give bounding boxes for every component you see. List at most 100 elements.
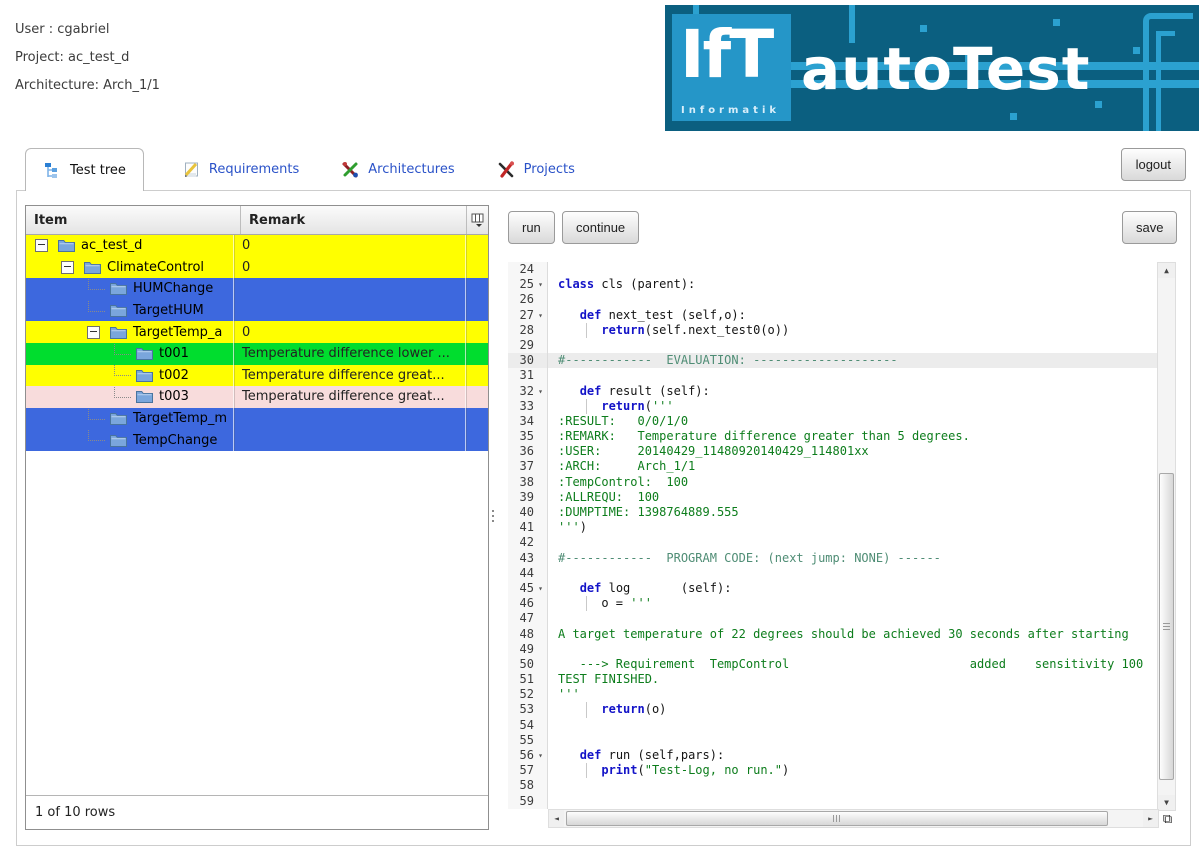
fold-marker[interactable] — [534, 505, 548, 520]
column-config-cell[interactable] — [467, 206, 488, 234]
code-editor[interactable]: 24 25 ▾ class cls (parent): 26 27 ▾ def … — [508, 262, 1176, 828]
scroll-right-button[interactable]: ► — [1143, 810, 1158, 827]
code-line[interactable]: 36 :USER: 20140429_11480920140429_114801… — [508, 444, 1159, 459]
tree-row[interactable]: ac_test_d 0 — [26, 235, 488, 257]
code-line[interactable]: 47 — [508, 611, 1159, 626]
code-line[interactable]: 24 — [508, 262, 1159, 277]
fold-marker[interactable] — [534, 353, 548, 368]
code-line[interactable]: 40 :DUMPTIME: 1398764889.555 — [508, 505, 1159, 520]
code-line[interactable]: 41 ''') — [508, 520, 1159, 535]
fold-marker[interactable] — [534, 475, 548, 490]
column-header-item[interactable]: Item — [26, 206, 241, 234]
fold-marker[interactable] — [534, 627, 548, 642]
code-line[interactable]: 58 — [508, 778, 1159, 793]
code-line[interactable]: 39 :ALLREQU: 100 — [508, 490, 1159, 505]
fold-marker[interactable]: ▾ — [534, 384, 548, 399]
fold-marker[interactable] — [534, 763, 548, 778]
fold-marker[interactable] — [534, 368, 548, 383]
fold-marker[interactable] — [534, 551, 548, 566]
tree-row[interactable]: t001 Temperature difference lower ... — [26, 343, 488, 365]
fold-marker[interactable] — [534, 414, 548, 429]
fold-marker[interactable]: ▾ — [534, 308, 548, 323]
tree-row[interactable]: t002 Temperature difference great... — [26, 365, 488, 387]
collapse-icon[interactable] — [61, 261, 74, 274]
fold-marker[interactable] — [534, 611, 548, 626]
collapse-icon[interactable] — [87, 326, 100, 339]
vertical-scrollbar-thumb[interactable] — [1159, 473, 1174, 780]
tab-requirements[interactable]: Requirements — [178, 148, 303, 191]
continue-button[interactable]: continue — [562, 211, 639, 244]
tree-row[interactable]: TargetHUM — [26, 300, 488, 322]
code-line[interactable]: 59 — [508, 794, 1159, 809]
tree-row[interactable]: TempChange — [26, 429, 488, 451]
code-line[interactable]: 54 — [508, 718, 1159, 733]
fold-marker[interactable] — [534, 459, 548, 474]
code-line[interactable]: 38 :TempControl: 100 — [508, 475, 1159, 490]
code-line[interactable]: 28 return(self.next_test0(o)) — [508, 323, 1159, 338]
restore-window-icon[interactable]: ⧉ — [1159, 811, 1176, 828]
tab-architectures[interactable]: Architectures — [337, 148, 458, 191]
fold-marker[interactable]: ▾ — [534, 748, 548, 763]
fold-marker[interactable] — [534, 642, 548, 657]
fold-marker[interactable] — [534, 429, 548, 444]
code-line[interactable]: 51 TEST FINISHED. — [508, 672, 1159, 687]
tree-row[interactable]: HUMChange — [26, 278, 488, 300]
tab-projects[interactable]: Projects — [493, 148, 579, 191]
code-line[interactable]: 35 :REMARK: Temperature difference great… — [508, 429, 1159, 444]
scroll-left-button[interactable]: ◄ — [549, 810, 564, 827]
tree-row[interactable]: TargetTemp_m — [26, 408, 488, 430]
fold-marker[interactable] — [534, 399, 548, 414]
collapse-icon[interactable] — [35, 239, 48, 252]
fold-marker[interactable] — [534, 687, 548, 702]
code-line[interactable]: 26 — [508, 292, 1159, 307]
fold-marker[interactable]: ▾ — [534, 277, 548, 292]
tree-row[interactable]: t003 Temperature difference great... — [26, 386, 488, 408]
fold-marker[interactable] — [534, 778, 548, 793]
code-line[interactable]: 33 return(''' — [508, 399, 1159, 414]
tree-row[interactable]: TargetTemp_a 0 — [26, 321, 488, 343]
scroll-down-button[interactable]: ▼ — [1158, 795, 1175, 810]
code-line[interactable]: 37 :ARCH: Arch_1/1 — [508, 459, 1159, 474]
tree-row[interactable]: ClimateControl 0 — [26, 257, 488, 279]
logout-button[interactable]: logout — [1121, 148, 1186, 181]
fold-marker[interactable] — [534, 338, 548, 353]
fold-marker[interactable] — [534, 262, 548, 277]
fold-marker[interactable] — [534, 520, 548, 535]
code-line[interactable]: 34 :RESULT: 0/0/1/0 — [508, 414, 1159, 429]
fold-marker[interactable] — [534, 672, 548, 687]
fold-marker[interactable] — [534, 535, 548, 550]
code-line[interactable]: 50 ---> Requirement TempControl added se… — [508, 657, 1159, 672]
fold-marker[interactable] — [534, 733, 548, 748]
fold-marker[interactable] — [534, 596, 548, 611]
fold-marker[interactable] — [534, 657, 548, 672]
code-line[interactable]: 31 — [508, 368, 1159, 383]
column-header-remark[interactable]: Remark — [241, 206, 467, 234]
fold-marker[interactable] — [534, 794, 548, 809]
run-button[interactable]: run — [508, 211, 555, 244]
fold-marker[interactable] — [534, 292, 548, 307]
scroll-up-button[interactable]: ▲ — [1158, 263, 1175, 278]
fold-marker[interactable] — [534, 718, 548, 733]
code-line[interactable]: 29 — [508, 338, 1159, 353]
fold-marker[interactable] — [534, 323, 548, 338]
code-line[interactable]: 30 #------------ EVALUATION: -----------… — [508, 353, 1159, 368]
code-line[interactable]: 32 ▾ def result (self): — [508, 384, 1159, 399]
tab-test-tree[interactable]: Test tree — [25, 148, 144, 191]
fold-marker[interactable] — [534, 702, 548, 717]
panel-splitter[interactable] — [490, 503, 495, 529]
code-line[interactable]: 46 o = ''' — [508, 596, 1159, 611]
code-line[interactable]: 27 ▾ def next_test (self,o): — [508, 308, 1159, 323]
code-line[interactable]: 53 return(o) — [508, 702, 1159, 717]
code-line[interactable]: 49 — [508, 642, 1159, 657]
code-line[interactable]: 25 ▾ class cls (parent): — [508, 277, 1159, 292]
fold-marker[interactable] — [534, 566, 548, 581]
code-line[interactable]: 55 — [508, 733, 1159, 748]
save-button[interactable]: save — [1122, 211, 1177, 244]
code-line[interactable]: 52 ''' — [508, 687, 1159, 702]
code-line[interactable]: 57 print("Test-Log, no run.") — [508, 763, 1159, 778]
code-line[interactable]: 43 #------------ PROGRAM CODE: (next jum… — [508, 551, 1159, 566]
code-line[interactable]: 42 — [508, 535, 1159, 550]
horizontal-scrollbar-thumb[interactable] — [566, 811, 1108, 826]
fold-marker[interactable]: ▾ — [534, 581, 548, 596]
fold-marker[interactable] — [534, 490, 548, 505]
